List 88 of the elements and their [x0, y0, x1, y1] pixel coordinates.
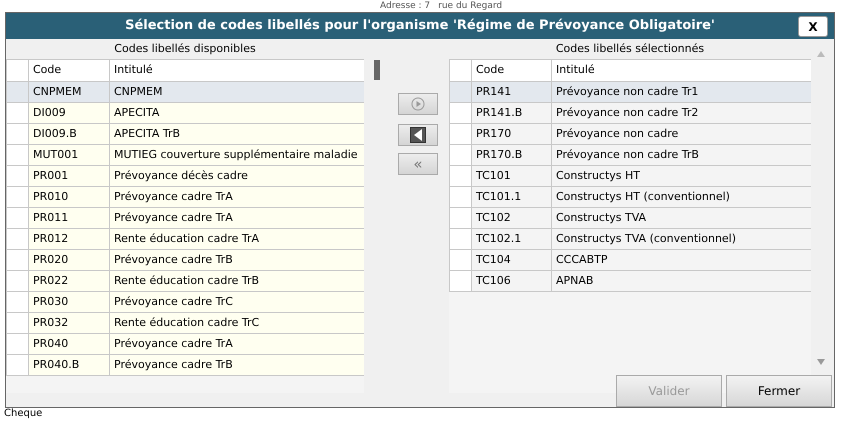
- table-row[interactable]: PR170 Prévoyance non cadre: [450, 124, 811, 144]
- code-cell: MUT001: [28, 144, 110, 166]
- table-row[interactable]: PR032 Rente éducation cadre TrC: [6, 312, 364, 334]
- label-cell: Constructys HT: [552, 166, 811, 186]
- label-cell: Prévoyance cadre TrB: [110, 354, 364, 376]
- code-cell: TC104: [472, 250, 552, 270]
- code-cell: PR040: [28, 334, 110, 354]
- table-row[interactable]: TC102.1 Constructys TVA (conventionnel): [450, 228, 811, 250]
- table-row[interactable]: PR141.B Prévoyance non cadre Tr2: [450, 102, 811, 124]
- label-cell: APNAB: [552, 270, 811, 292]
- label-cell: Prévoyance cadre TrA: [110, 334, 364, 354]
- column-header: Code: [28, 60, 110, 82]
- window-title: Sélection de codes libellés pour l'organisme 'Régime de Prévoyance Obligatoire': [125, 17, 715, 36]
- table-row[interactable]: MUT001 MUTIEG couverture supplémentaire maladie: [6, 144, 364, 166]
- table-row[interactable]: TC101 Constructys HT: [450, 166, 811, 186]
- panel-caption: Codes libellés sélectionnés: [554, 40, 706, 57]
- table-row[interactable]: PR141 Prévoyance non cadre Tr1: [450, 82, 811, 102]
- code-cell: TC102.1: [472, 228, 552, 250]
- table-row[interactable]: TC101.1 Constructys HT (conventionnel): [450, 186, 811, 208]
- table-row[interactable]: PR040 Prévoyance cadre TrA: [6, 334, 364, 354]
- label-cell: APECITA TrB: [110, 124, 364, 144]
- code-cell: DI009.B: [28, 124, 110, 144]
- scrollbar-thumb[interactable]: [374, 60, 380, 80]
- label-cell: Prévoyance non cadre Tr2: [552, 102, 811, 124]
- close-dialog-button[interactable]: Fermer: [726, 375, 832, 407]
- label-cell: Prévoyance décès cadre: [110, 166, 364, 186]
- table-row[interactable]: TC104 CCCABTP: [450, 250, 811, 270]
- label-cell: MUTIEG couverture supplémentaire maladie: [110, 144, 364, 166]
- table-row[interactable]: PR030 Prévoyance cadre TrC: [6, 292, 364, 312]
- code-cell: PR010: [28, 186, 110, 208]
- code-cell: CNPMEM: [28, 82, 110, 102]
- label-cell: Constructys HT (conventionnel): [552, 186, 811, 208]
- code-cell: TC106: [472, 270, 552, 292]
- label-cell: Rente éducation cadre TrB: [110, 270, 364, 292]
- label-cell: Prévoyance cadre TrA: [110, 208, 364, 228]
- label-cell: CCCABTP: [552, 250, 811, 270]
- label-cell: APECITA: [110, 102, 364, 124]
- label-cell: Prévoyance cadre TrA: [110, 186, 364, 208]
- code-cell: PR011: [28, 208, 110, 228]
- table-row[interactable]: DI009 APECITA: [6, 102, 364, 124]
- code-cell: PR040.B: [28, 354, 110, 376]
- code-cell: DI009: [28, 102, 110, 124]
- code-cell: PR022: [28, 270, 110, 292]
- label-cell: Constructys TVA: [552, 208, 811, 228]
- label-cell: Rente éducation cadre TrC: [110, 312, 364, 334]
- add-button[interactable]: [398, 93, 438, 115]
- label-cell: Prévoyance cadre TrC: [110, 292, 364, 312]
- table-row[interactable]: PR170.B Prévoyance non cadre TrB: [450, 144, 811, 166]
- code-cell: PR141.B: [472, 102, 552, 124]
- code-cell: PR012: [28, 228, 110, 250]
- code-cell: TC101: [472, 166, 552, 186]
- label-cell: Rente éducation cadre TrA: [110, 228, 364, 250]
- table-row[interactable]: PR040.B Prévoyance cadre TrB: [6, 354, 364, 376]
- play-icon: [411, 97, 425, 111]
- remove-button[interactable]: [398, 124, 438, 146]
- address-value: rue du Regard: [438, 0, 502, 12]
- close-button[interactable]: X: [798, 16, 828, 37]
- code-cell: PR030: [28, 292, 110, 312]
- column-header: Intitulé: [552, 60, 811, 82]
- column-header: Intitulé: [110, 60, 364, 82]
- label-cell: CNPMEM: [110, 82, 364, 102]
- table-row[interactable]: PR022 Rente éducation cadre TrB: [6, 270, 364, 292]
- label-cell: Prévoyance cadre TrB: [110, 250, 364, 270]
- table-row[interactable]: CNPMEM CNPMEM: [6, 82, 364, 102]
- code-cell: PR020: [28, 250, 110, 270]
- address-label: Adresse : 7: [380, 0, 430, 12]
- code-cell: PR170: [472, 124, 552, 144]
- label-cell: Constructys TVA (conventionnel): [552, 228, 811, 250]
- table-row[interactable]: PR011 Prévoyance cadre TrA: [6, 208, 364, 228]
- code-cell: TC102: [472, 208, 552, 228]
- panel-caption: Codes libellés disponibles: [113, 40, 257, 57]
- table-row[interactable]: DI009.B APECITA TrB: [6, 124, 364, 144]
- column-header: Code: [472, 60, 552, 82]
- table-row[interactable]: TC106 APNAB: [450, 270, 811, 292]
- table-row[interactable]: PR010 Prévoyance cadre TrA: [6, 186, 364, 208]
- table-row[interactable]: PR001 Prévoyance décès cadre: [6, 166, 364, 186]
- table-row[interactable]: TC102 Constructys TVA: [450, 208, 811, 228]
- code-cell: TC101.1: [472, 186, 552, 208]
- code-cell: PR170.B: [472, 144, 552, 166]
- table-row[interactable]: PR012 Rente éducation cadre TrA: [6, 228, 364, 250]
- label-cell: Prévoyance non cadre: [552, 124, 811, 144]
- table-row[interactable]: PR020 Prévoyance cadre TrB: [6, 250, 364, 270]
- label-cell: Prévoyance non cadre Tr1: [552, 82, 811, 102]
- code-cell: PR001: [28, 166, 110, 186]
- label-cell: Prévoyance non cadre TrB: [552, 144, 811, 166]
- code-cell: PR141: [472, 82, 552, 102]
- code-cell: PR032: [28, 312, 110, 334]
- payment-text: Cheque: [4, 409, 42, 419]
